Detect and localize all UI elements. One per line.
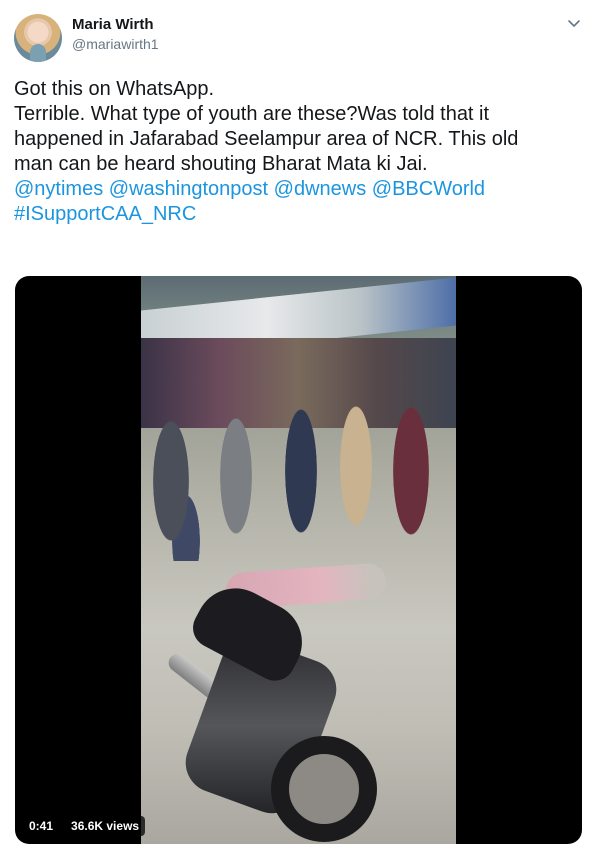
tweet-line: Terrible. What type of youth are these?W… [14, 103, 490, 125]
hashtag-link[interactable]: #ISupportCAA_NRC [14, 203, 196, 225]
tweet-line: happened in Jafarabad Seelampur area of … [14, 128, 519, 150]
mention-link[interactable]: @BBCWorld [372, 178, 485, 200]
video-overlay: 0:41 36.6K views [23, 816, 146, 836]
tweet-header: Maria Wirth @mariawirth1 [0, 0, 599, 70]
video-scene-motorbike [161, 574, 377, 842]
chevron-down-icon[interactable] [567, 16, 581, 30]
mention-link[interactable]: @washingtonpost [109, 178, 268, 200]
author-name[interactable]: Maria Wirth [72, 16, 154, 33]
video-player[interactable]: 0:41 36.6K views [15, 276, 582, 844]
author-handle[interactable]: @mariawirth1 [72, 36, 159, 52]
video-duration: 0:41 [23, 816, 60, 836]
mentions-line: @nytimes @washingtonpost @dwnews @BBCWor… [14, 177, 584, 202]
mention-link[interactable]: @dwnews [274, 178, 367, 200]
motorbike-wheel [271, 736, 377, 842]
tweet-text: Got this on WhatsApp. Terrible. What typ… [14, 77, 584, 227]
video-scene-crowd [141, 371, 456, 561]
avatar[interactable] [14, 14, 62, 62]
video-frame [141, 276, 456, 844]
video-views: 36.6K views [65, 816, 146, 836]
tweet-line: Got this on WhatsApp. [14, 78, 215, 100]
tweet-line: man can be heard shouting Bharat Mata ki… [14, 153, 428, 175]
mention-link[interactable]: @nytimes [14, 178, 103, 200]
